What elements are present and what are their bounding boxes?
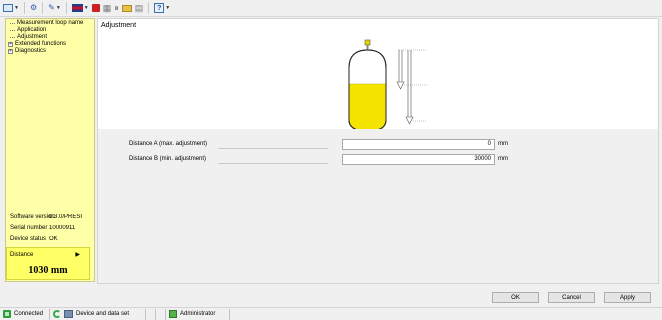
toolbar-separator [65, 2, 67, 14]
expand-icon[interactable]: + [8, 42, 13, 47]
content-area: Adjustment Distance A (max. adjustment) [97, 18, 659, 284]
distance-b-row: Distance B (min. adjustment) 30000 mm [98, 154, 658, 165]
sync-icon [53, 310, 61, 318]
distance-a-marker [396, 49, 427, 90]
tree-item-measurement-loop-name[interactable]: Measurement loop name [8, 20, 92, 27]
software-version-value: 0.3.0/PRESI [49, 213, 83, 220]
serial-number-value: 10000911 [49, 224, 76, 231]
view-dropdown-button[interactable]: ▼ [2, 2, 20, 15]
toolbar-separator [148, 2, 150, 14]
note-icon: ▤ [134, 2, 144, 13]
distance-a-label: Distance A (max. adjustment) [129, 141, 208, 147]
tree-connector [10, 23, 15, 24]
monitor-icon [3, 4, 13, 12]
stop-icon [91, 4, 100, 12]
navigation-panel: Measurement loop name Application Adjust… [5, 18, 95, 282]
serial-number-row: Serial number 10000911 [10, 222, 95, 233]
page-title: Adjustment [101, 22, 137, 29]
user-name: Administrator [180, 311, 216, 317]
distance-b-marker [405, 50, 427, 125]
divider [218, 163, 328, 164]
note-button[interactable]: ▤ [134, 2, 145, 15]
tree-item-diagnostics[interactable]: + Diagnostics [8, 48, 92, 55]
settings-dropdown-button[interactable]: ✎ ▼ [47, 2, 62, 15]
chevron-down-icon: ▼ [83, 4, 89, 11]
help-icon: ? [154, 3, 165, 13]
status-spacer [146, 308, 156, 320]
chevron-down-icon: ▼ [165, 4, 171, 11]
toolbar: ▼ ⚙ ✎ ▼ ▼ ▦ ⏸ ▤ ? ▼ [0, 0, 662, 17]
measured-value: 1030 mm [28, 265, 68, 276]
tank-icon [348, 39, 387, 131]
distance-a-unit: mm [498, 141, 508, 147]
tree-item-label: Diagnostics [15, 48, 47, 54]
device-status-label: Device status [10, 235, 47, 242]
measured-value-box[interactable]: Distance ▶ 1030 mm [6, 247, 90, 280]
pause-icon: ⏸ [114, 2, 119, 13]
tree-item-label: Application [17, 27, 47, 33]
divider [218, 148, 328, 149]
tree-connector [10, 30, 15, 31]
triangle-right-icon[interactable]: ▶ [75, 251, 80, 258]
tree-item-label: Measurement loop name [17, 20, 84, 26]
tree-item-extended-functions[interactable]: + Extended functions [8, 41, 92, 48]
user-icon [169, 310, 177, 318]
toolbar-separator [23, 2, 25, 14]
help-dropdown-button[interactable]: ? ▼ [153, 2, 171, 15]
flag-icon [71, 4, 83, 12]
distance-a-field[interactable]: 0 [342, 139, 495, 150]
distance-b-unit: mm [498, 156, 508, 162]
menu-tree: Measurement loop name Application Adjust… [6, 19, 94, 56]
user-status: Administrator [166, 308, 230, 320]
software-version-row: Software version 0.3.0/PRESI [10, 211, 95, 222]
distance-b-label: Distance B (min. adjustment) [129, 156, 207, 162]
device-info: Software version 0.3.0/PRESI Serial numb… [10, 211, 95, 244]
device-data-set-text: Device and data set [76, 311, 130, 317]
device-data-set-status: Device and data set [50, 308, 146, 320]
tree-item-application[interactable]: Application [8, 27, 92, 34]
open-folder-button[interactable] [121, 2, 133, 15]
adjustment-settings: Distance A (max. adjustment) 0 mm Distan… [98, 129, 658, 283]
expand-icon[interactable]: + [8, 49, 13, 54]
device-icon [64, 310, 73, 318]
tool-icon: ⚙ [29, 3, 38, 12]
tank-adjustment-graphic [348, 39, 427, 131]
serial-number-label: Serial number [10, 224, 48, 231]
pause-button[interactable]: ⏸ [113, 2, 120, 15]
connection-status: Connected [0, 308, 50, 320]
chevron-down-icon: ▼ [55, 4, 61, 11]
device-status-row: Device status OK [10, 233, 95, 244]
wrench-icon: ✎ [48, 3, 55, 12]
measured-value-label: Distance [10, 252, 34, 258]
device-status-value: OK [49, 235, 58, 242]
tree-item-label: Adjustment [17, 34, 48, 40]
software-version-label: Software version [10, 213, 55, 220]
connection-icon [3, 310, 11, 318]
distance-b-field[interactable]: 30000 [342, 154, 495, 165]
distance-a-row: Distance A (max. adjustment) 0 mm [98, 139, 658, 150]
language-dropdown-button[interactable]: ▼ [71, 2, 90, 15]
ok-button[interactable]: OK [492, 292, 539, 303]
cancel-button[interactable]: Cancel [548, 292, 595, 303]
stop-button[interactable] [91, 2, 101, 15]
tree-item-label: Extended functions [15, 41, 67, 47]
tree-connector [10, 37, 15, 38]
status-bar: Connected Device and data set Administra… [0, 307, 662, 320]
apply-button[interactable]: Apply [604, 292, 651, 303]
status-spacer [156, 308, 166, 320]
grid-button[interactable]: ▦ [102, 2, 113, 15]
grid-icon: ▦ [102, 2, 112, 13]
tree-item-adjustment[interactable]: Adjustment [8, 34, 92, 41]
connection-status-text: Connected [14, 311, 44, 317]
chevron-down-icon: ▼ [14, 4, 19, 11]
folder-icon [121, 4, 132, 12]
toolbar-separator [42, 2, 44, 14]
device-tool-button[interactable]: ⚙ [29, 2, 38, 15]
